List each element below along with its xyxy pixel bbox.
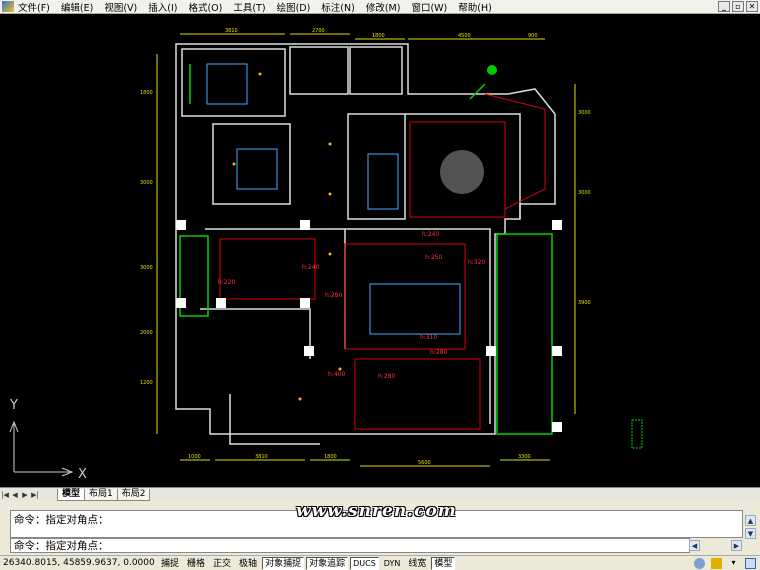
menu-file[interactable]: 文件(F) <box>18 0 50 14</box>
menu-draw[interactable]: 绘图(D) <box>277 0 311 14</box>
grid-toggle[interactable]: 栅格 <box>184 557 208 570</box>
dim-top-1: 3810 <box>225 28 238 34</box>
ucs-icon <box>9 420 74 477</box>
dim-bottom-4: 5600 <box>418 460 431 466</box>
command-prompt: 命令：指定对角点： <box>14 540 109 552</box>
menu-bar: 文件(F) 编辑(E) 视图(V) 插入(I) 格式(O) 工具(T) 绘图(D… <box>0 0 760 14</box>
menu-modify[interactable]: 修改(M) <box>366 0 401 14</box>
layout-tabs: |◀ ◀ ▶ ▶| 模型 布局1 布局2 <box>0 487 760 501</box>
command-window: 命令：指定对角点： 命令：指定对角点： ▲ ▼ ◀ ▶ www.snren.co… <box>0 501 760 555</box>
scroll-down-button[interactable]: ▼ <box>745 528 756 539</box>
height-label: h:240 <box>302 264 319 271</box>
menu-format[interactable]: 格式(O) <box>188 0 222 14</box>
watermark: www.snren.com <box>296 501 457 521</box>
osnap-toggle[interactable]: 对象捕捉 <box>262 556 305 570</box>
menu-edit[interactable]: 编辑(E) <box>61 0 93 14</box>
tab-model[interactable]: 模型 <box>57 488 86 501</box>
status-bar: 26340.8015, 45859.9637, 0.0000 捕捉 栅格 正交 … <box>0 555 760 570</box>
clean-screen-icon[interactable] <box>745 557 756 569</box>
dim-left-1: 1800 <box>140 90 153 96</box>
height-label: h:400 <box>328 371 345 378</box>
menu-help[interactable]: 帮助(H) <box>458 0 492 14</box>
plant-box <box>631 419 643 449</box>
dim-top-5: 900 <box>528 33 538 39</box>
model-toggle[interactable]: 模型 <box>431 556 456 570</box>
rug <box>440 150 484 194</box>
restore-button[interactable]: ▫ <box>732 1 744 12</box>
chevron-down-icon[interactable]: ▾ <box>728 558 739 569</box>
communication-center-icon[interactable] <box>694 557 705 569</box>
last-tab-button[interactable]: ▶| <box>30 491 40 499</box>
first-tab-button[interactable]: |◀ <box>0 491 10 499</box>
dim-left-5: 1200 <box>140 380 153 386</box>
menu-window[interactable]: 窗口(W) <box>411 0 447 14</box>
dim-left-3: 3000 <box>140 265 153 271</box>
height-label: h:280 <box>325 292 342 299</box>
dim-right-3: 3900 <box>578 300 591 306</box>
dim-bottom-3: 1800 <box>324 454 337 460</box>
drawing-canvas[interactable]: 3810 2700 1800 4500 900 1000 3810 1800 5… <box>0 14 760 487</box>
dim-bottom-1: 1000 <box>188 454 201 460</box>
windows <box>179 64 553 435</box>
snap-toggle[interactable]: 捕捉 <box>158 557 182 570</box>
dim-right-2: 3000 <box>578 190 591 196</box>
dim-bottom-2: 3810 <box>255 454 268 460</box>
dyn-toggle[interactable]: DYN <box>381 557 404 570</box>
floor-plan: 3810 2700 1800 4500 900 1000 3810 1800 5… <box>9 28 643 482</box>
dim-right-1: 3000 <box>578 110 591 116</box>
coordinate-readout: 26340.8015, 45859.9637, 0.0000 <box>3 558 155 568</box>
prev-tab-button[interactable]: ◀ <box>10 491 20 499</box>
height-label: h:280 <box>378 373 395 380</box>
menu-tools[interactable]: 工具(T) <box>233 0 265 14</box>
dim-left-4: 2000 <box>140 330 153 336</box>
close-button[interactable]: ✕ <box>746 1 758 12</box>
tab-layout1[interactable]: 布局1 <box>84 488 118 501</box>
dim-top-4: 4500 <box>458 33 471 39</box>
height-label: h:310 <box>420 334 437 341</box>
tab-layout2[interactable]: 布局2 <box>116 488 151 501</box>
height-label: h:320 <box>468 259 485 266</box>
dim-top-2: 2700 <box>312 28 325 34</box>
polar-toggle[interactable]: 极轴 <box>236 557 260 570</box>
menu-view[interactable]: 视图(V) <box>104 0 137 14</box>
scroll-up-button[interactable]: ▲ <box>745 515 756 526</box>
ortho-toggle[interactable]: 正交 <box>210 557 234 570</box>
menu-insert[interactable]: 插入(I) <box>148 0 177 14</box>
ucs-y-label: Y <box>9 398 18 413</box>
dim-bottom-5: 3300 <box>518 454 531 460</box>
height-label: h:280 <box>430 349 447 356</box>
menu-dimension[interactable]: 标注(N) <box>321 0 355 14</box>
next-tab-button[interactable]: ▶ <box>20 491 30 499</box>
lineweight-toggle[interactable]: 线宽 <box>405 557 429 570</box>
otrack-toggle[interactable]: 对象追踪 <box>306 556 349 570</box>
scroll-left-button[interactable]: ◀ <box>689 540 700 551</box>
minimize-button[interactable]: _ <box>718 1 730 12</box>
grips <box>176 220 562 432</box>
autocad-app-icon[interactable] <box>2 1 14 12</box>
height-label: h:220 <box>218 279 235 286</box>
command-input[interactable]: 命令：指定对角点： <box>10 538 690 553</box>
height-label: h:250 <box>425 254 442 261</box>
lights <box>232 72 342 401</box>
ucs-x-label: X <box>78 467 87 482</box>
dim-top-3: 1800 <box>372 33 385 39</box>
height-label: h:240 <box>422 231 439 238</box>
command-history-line: 命令：指定对角点： <box>14 514 109 526</box>
lock-icon[interactable] <box>711 557 722 569</box>
dim-left-2: 3000 <box>140 180 153 186</box>
scroll-right-button[interactable]: ▶ <box>731 540 742 551</box>
ducs-toggle[interactable]: DUCS <box>350 556 379 570</box>
plant <box>487 65 497 75</box>
